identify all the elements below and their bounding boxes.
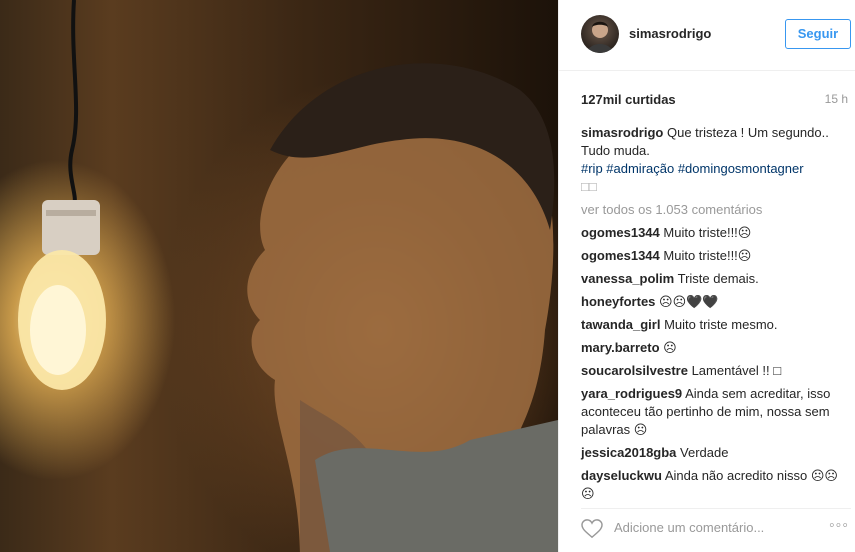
comment-username[interactable]: tawanda_girl [581, 317, 660, 332]
post-photo[interactable] [0, 0, 558, 552]
more-options-icon[interactable]: ◦◦◦ [829, 517, 849, 535]
likes-count[interactable]: 127mil curtidas [581, 92, 676, 107]
comment-username[interactable]: soucarolsilvestre [581, 363, 688, 378]
photo-illustration [18, 0, 558, 552]
post-author-username[interactable]: simasrodrigo [629, 26, 711, 41]
post-timestamp[interactable]: 15 h [825, 92, 848, 106]
comment-username[interactable]: yara_rodrigues9 [581, 386, 682, 401]
heart-outline-icon[interactable] [581, 519, 603, 544]
comment-item: dayseluckwu Ainda não acredito nisso ☹☹☹ [581, 467, 851, 503]
comment-username[interactable]: vanessa_polim [581, 271, 674, 286]
comment-username[interactable]: ogomes1344 [581, 225, 660, 240]
comments-section: simasrodrigo Que tristeza ! Um segundo..… [581, 124, 851, 508]
comment-text: Muito triste!!!☹ [663, 225, 752, 240]
follow-button[interactable]: Seguir [785, 19, 851, 49]
comment-username[interactable]: ogomes1344 [581, 248, 660, 263]
comment-text: ☹ [663, 340, 677, 355]
instagram-post: simasrodrigo Seguir 127mil curtidas 15 h… [0, 0, 855, 552]
comment-item: yara_rodrigues9 Ainda sem acreditar, iss… [581, 385, 851, 439]
comment-text: Triste demais. [677, 271, 759, 286]
comment-username[interactable]: dayseluckwu [581, 468, 662, 483]
caption-username[interactable]: simasrodrigo [581, 125, 663, 140]
comment-username[interactable]: honeyfortes [581, 294, 655, 309]
comment-text: Lamentável !! □ [691, 363, 782, 378]
comment-text: Muito triste mesmo. [664, 317, 778, 332]
comment-item: honeyfortes ☹☹🖤🖤 [581, 293, 851, 311]
view-all-comments-link[interactable]: ver todos os 1.053 comentários [581, 201, 851, 219]
post-side-panel: simasrodrigo Seguir 127mil curtidas 15 h… [558, 0, 855, 552]
post-header: simasrodrigo Seguir [559, 0, 855, 71]
comment-footer: Adicione um comentário... ◦◦◦ [581, 508, 851, 549]
caption-hashtags[interactable]: #rip #admiração #domingosmontagner [581, 161, 804, 176]
caption: simasrodrigo Que tristeza ! Um segundo..… [581, 124, 851, 196]
comment-item: jessica2018gba Verdade [581, 444, 851, 462]
comment-item: ogomes1344 Muito triste!!!☹ [581, 224, 851, 242]
comment-item: mary.barreto ☹ [581, 339, 851, 357]
comment-item: soucarolsilvestre Lamentável !! □ [581, 362, 851, 380]
comment-text: Verdade [680, 445, 729, 460]
comment-username[interactable]: jessica2018gba [581, 445, 676, 460]
comment-text: Muito triste!!!☹ [663, 248, 752, 263]
caption-tail: □□ [581, 179, 597, 194]
comment-item: ogomes1344 Muito triste!!!☹ [581, 247, 851, 265]
comment-text: ☹☹🖤🖤 [659, 294, 719, 309]
add-comment-input[interactable]: Adicione um comentário... [614, 520, 764, 535]
avatar[interactable] [581, 15, 619, 53]
comment-item: tawanda_girl Muito triste mesmo. [581, 316, 851, 334]
comment-username[interactable]: mary.barreto [581, 340, 660, 355]
comment-item: vanessa_polim Triste demais. [581, 270, 851, 288]
